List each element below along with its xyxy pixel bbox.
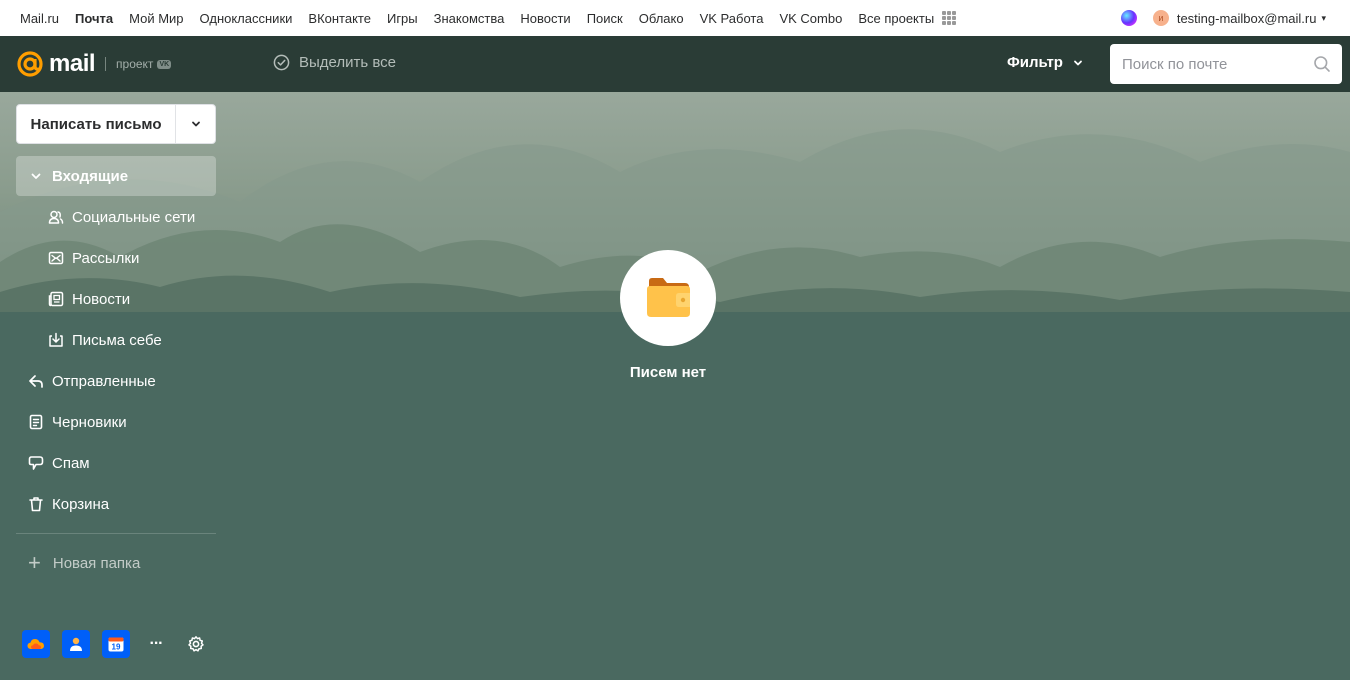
settings-button[interactable] xyxy=(182,630,210,658)
compose-button[interactable]: Написать письмо xyxy=(17,105,176,143)
portal-link-search[interactable]: Поиск xyxy=(587,11,623,26)
empty-state-circle xyxy=(620,250,716,346)
empty-state: Писем нет xyxy=(620,250,716,381)
chevron-down-icon[interactable] xyxy=(28,168,44,184)
gear-icon xyxy=(188,636,204,652)
trash-icon xyxy=(28,496,44,512)
select-all-button[interactable]: Выделить все xyxy=(273,54,396,71)
compose-more-button[interactable] xyxy=(176,105,215,143)
logo-project: проект VK xyxy=(116,57,172,71)
portal-link-games[interactable]: Игры xyxy=(387,11,418,26)
calendar-app-button[interactable]: 19 xyxy=(102,630,130,658)
check-circle-icon xyxy=(273,54,290,71)
filter-button[interactable]: Фильтр xyxy=(1007,54,1083,71)
folder-label: Отправленные xyxy=(52,372,156,390)
news-icon xyxy=(48,291,64,307)
compose-group: Написать письмо xyxy=(16,104,216,144)
logo-text: mail xyxy=(49,50,96,77)
new-folder-label: Новая папка xyxy=(52,554,141,572)
cloud-app-button[interactable] xyxy=(22,630,50,658)
more-icon: ··· xyxy=(149,635,164,652)
portal-link-news[interactable]: Новости xyxy=(520,11,570,26)
portal-link-vk-combo[interactable]: VK Combo xyxy=(779,11,842,26)
to-self-icon xyxy=(48,332,64,348)
folder-label: Письма себе xyxy=(72,331,162,349)
draft-icon xyxy=(28,414,44,430)
account-email[interactable]: testing-mailbox@mail.ru xyxy=(1177,11,1317,26)
at-sign-logo-icon xyxy=(17,51,43,77)
portal-link-cloud[interactable]: Облако xyxy=(639,11,684,26)
vk-badge-icon: VK xyxy=(157,59,172,69)
folder-label: Черновики xyxy=(52,413,127,431)
folder-news[interactable]: Новости xyxy=(16,279,216,319)
search-box xyxy=(1110,44,1342,84)
folder-inbox[interactable]: Входящие xyxy=(16,156,216,196)
folder-label: Спам xyxy=(52,454,90,472)
spam-icon xyxy=(28,455,44,471)
mail-header: mail проект VK Выделить все Фильтр xyxy=(0,36,1350,92)
account-area: и testing-mailbox@mail.ru ▾ xyxy=(1120,0,1326,36)
chevron-down-icon xyxy=(1074,60,1082,65)
folder-icon xyxy=(647,278,690,317)
folder-label: Новости xyxy=(72,290,131,308)
apps-grid-icon[interactable] xyxy=(942,11,957,25)
plus-icon: + xyxy=(28,550,41,575)
empty-state-text: Писем нет xyxy=(629,364,707,381)
folder-trash[interactable]: Корзина xyxy=(16,484,216,524)
people-icon xyxy=(48,209,64,225)
sent-icon xyxy=(28,373,44,389)
bottom-toolbar: 19 ··· xyxy=(22,630,222,658)
more-apps-button[interactable]: ··· xyxy=(142,630,170,658)
portal-link-all-projects[interactable]: Все проекты xyxy=(858,11,934,26)
folder-to-self[interactable]: Письма себе xyxy=(16,320,216,360)
portal-link-dating[interactable]: Знакомства xyxy=(434,11,505,26)
folder-drafts[interactable]: Черновики xyxy=(16,402,216,442)
search-input[interactable] xyxy=(1122,55,1302,73)
avatar[interactable]: и xyxy=(1152,10,1169,26)
folder-social[interactable]: Социальные сети xyxy=(16,197,216,237)
account-caret-icon[interactable]: ▾ xyxy=(1321,13,1326,24)
portal-link-ok[interactable]: Одноклассники xyxy=(200,11,293,26)
mail-logo[interactable]: mail проект VK xyxy=(0,50,172,78)
contacts-icon xyxy=(70,637,82,651)
filter-label: Фильтр xyxy=(1007,54,1063,71)
folder-label: Корзина xyxy=(52,495,110,513)
folder-sent[interactable]: Отправленные xyxy=(16,361,216,401)
chevron-down-icon xyxy=(191,121,200,127)
new-folder-button[interactable]: + Новая папка xyxy=(16,543,216,583)
calendar-icon: 19 xyxy=(108,637,124,652)
folder-spam[interactable]: Спам xyxy=(16,443,216,483)
logo-project-label: проект xyxy=(116,57,154,71)
calendar-day: 19 xyxy=(112,643,121,652)
folder-label: Социальные сети xyxy=(72,208,196,226)
select-all-label: Выделить все xyxy=(299,54,397,71)
voice-assistant-icon[interactable] xyxy=(1120,10,1137,26)
sidebar: Написать письмо Входящие Социальные сети… xyxy=(16,104,216,583)
portal-link-mail[interactable]: Почта xyxy=(75,11,113,26)
folder-label: Входящие xyxy=(52,167,129,185)
cloud-icon xyxy=(27,639,44,649)
folder-label: Рассылки xyxy=(72,249,140,267)
logo-divider xyxy=(105,57,107,71)
portal-bar: Mail.ru Почта Мой Мир Одноклассники ВКон… xyxy=(0,0,1350,36)
folder-list: Входящие Социальные сети Рассылки Новост… xyxy=(16,156,216,524)
portal-nav: Mail.ru Почта Мой Мир Одноклассники ВКон… xyxy=(0,0,957,36)
sidebar-divider xyxy=(16,533,216,534)
portal-link-vk[interactable]: ВКонтакте xyxy=(308,11,371,26)
portal-link-mailru[interactable]: Mail.ru xyxy=(20,11,59,26)
portal-link-moy-mir[interactable]: Мой Мир xyxy=(129,11,183,26)
newsletter-icon xyxy=(48,250,64,266)
portal-link-vk-rabota[interactable]: VK Работа xyxy=(700,11,764,26)
contacts-app-button[interactable] xyxy=(62,630,90,658)
folder-newsletters[interactable]: Рассылки xyxy=(16,238,216,278)
search-icon[interactable] xyxy=(1313,55,1331,73)
